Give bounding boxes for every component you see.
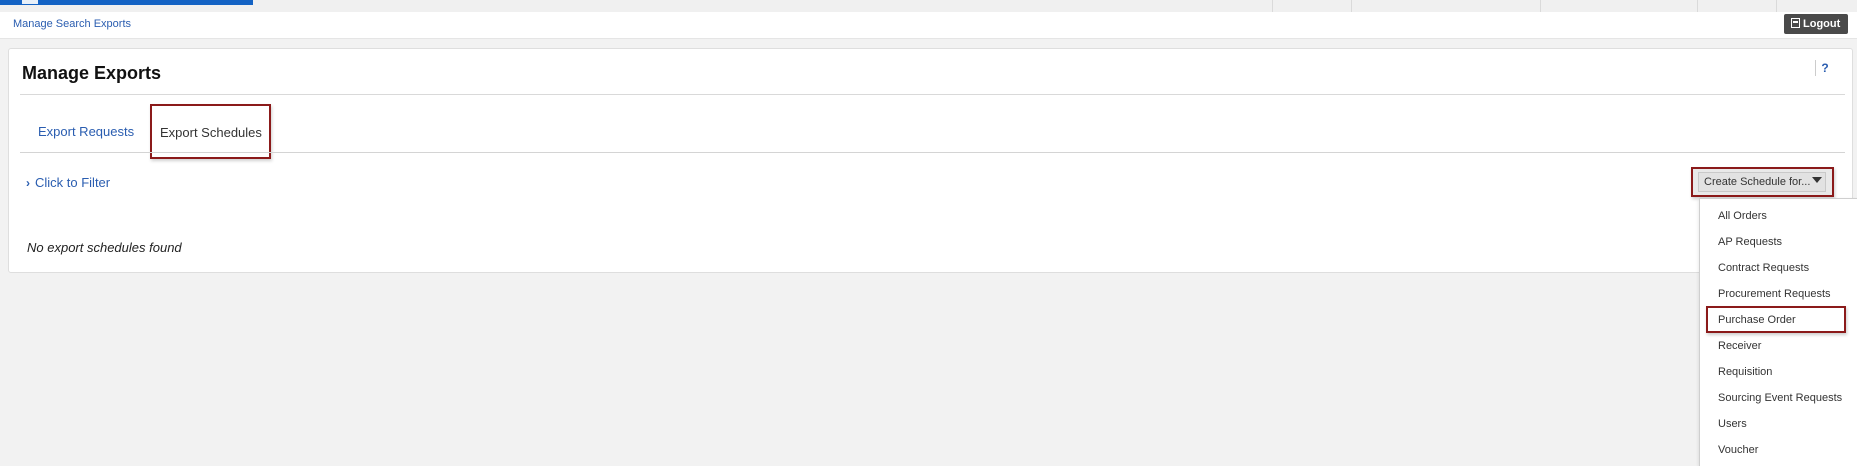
menu-item-requisition[interactable]: Requisition: [1718, 366, 1772, 378]
empty-message: No export schedules found: [27, 240, 182, 255]
menu-item-ap-requests[interactable]: AP Requests: [1718, 236, 1782, 248]
tabs-divider: [20, 152, 1845, 153]
nav-separator: [1351, 0, 1352, 12]
menu-item-voucher[interactable]: Voucher: [1718, 444, 1758, 456]
menu-item-all-orders[interactable]: All Orders: [1718, 210, 1767, 222]
tab-export-schedules-label[interactable]: Export Schedules: [160, 125, 262, 140]
filter-toggle[interactable]: › Click to Filter: [26, 175, 110, 190]
create-schedule-button[interactable]: Create Schedule for...: [1698, 172, 1826, 192]
divider: [20, 94, 1845, 95]
menu-icon[interactable]: [22, 0, 38, 4]
nav-separator: [1776, 0, 1777, 12]
nav-separator: [1272, 0, 1273, 12]
logout-label: Logout: [1803, 18, 1841, 30]
logout-icon: [1791, 18, 1800, 28]
brand-bar[interactable]: [0, 0, 253, 5]
tab-export-requests[interactable]: Export Requests: [38, 124, 134, 139]
menu-item-users[interactable]: Users: [1718, 418, 1747, 430]
logout-button[interactable]: Logout: [1784, 14, 1848, 34]
page-title: Manage Exports: [22, 63, 162, 83]
create-schedule-dropdown[interactable]: Create Schedule for...: [1691, 167, 1834, 197]
caret-down-icon: [1812, 177, 1822, 183]
nav-separator: [1540, 0, 1541, 12]
menu-item-receiver[interactable]: Receiver: [1718, 340, 1761, 352]
menu-item-contract-requests[interactable]: Contract Requests: [1718, 262, 1809, 274]
nav-separator: [1697, 0, 1698, 12]
chevron-right-icon: ›: [26, 176, 30, 190]
create-schedule-label: Create Schedule for...: [1704, 176, 1811, 188]
breadcrumb[interactable]: Manage Search Exports: [13, 18, 131, 30]
menu-item-sourcing-event-requests[interactable]: Sourcing Event Requests: [1718, 392, 1842, 404]
help-icon[interactable]: ?: [1815, 60, 1834, 76]
breadcrumb-bar: [0, 12, 1857, 39]
menu-item-purchase-order[interactable]: Purchase Order: [1718, 314, 1796, 326]
menu-item-procurement-requests[interactable]: Procurement Requests: [1718, 288, 1831, 300]
filter-label: Click to Filter: [35, 175, 111, 190]
manage-exports-panel: [8, 48, 1853, 273]
